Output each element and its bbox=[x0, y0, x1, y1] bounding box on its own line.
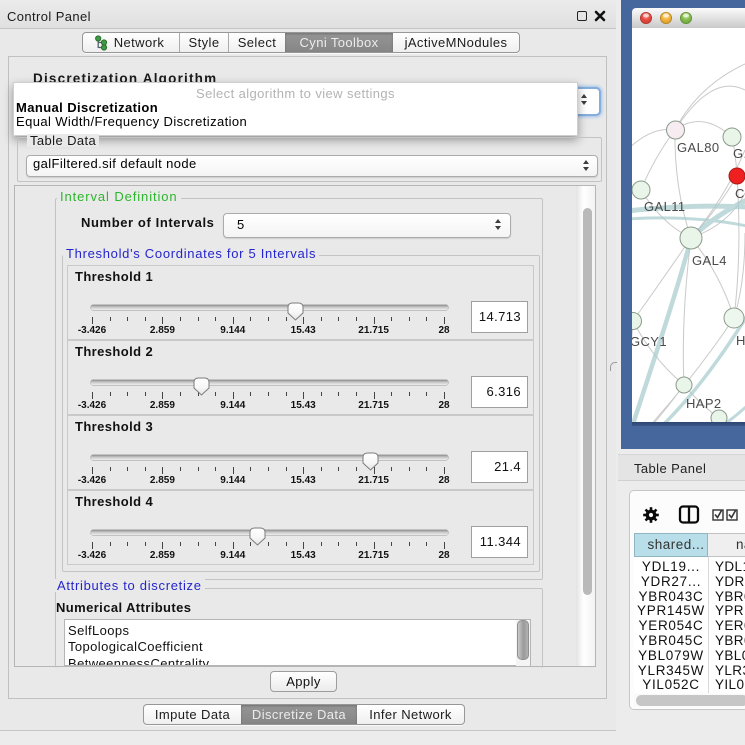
svg-text:G.: G. bbox=[733, 146, 745, 161]
svg-text:GCY1: GCY1 bbox=[632, 334, 667, 349]
svg-text:HAP2: HAP2 bbox=[686, 396, 722, 411]
svg-text:GAL80: GAL80 bbox=[677, 140, 719, 155]
svg-text:H: H bbox=[736, 333, 745, 348]
svg-text:GAL11: GAL11 bbox=[644, 199, 686, 214]
svg-text:C: C bbox=[735, 186, 745, 201]
svg-text:GAL4: GAL4 bbox=[692, 253, 727, 268]
